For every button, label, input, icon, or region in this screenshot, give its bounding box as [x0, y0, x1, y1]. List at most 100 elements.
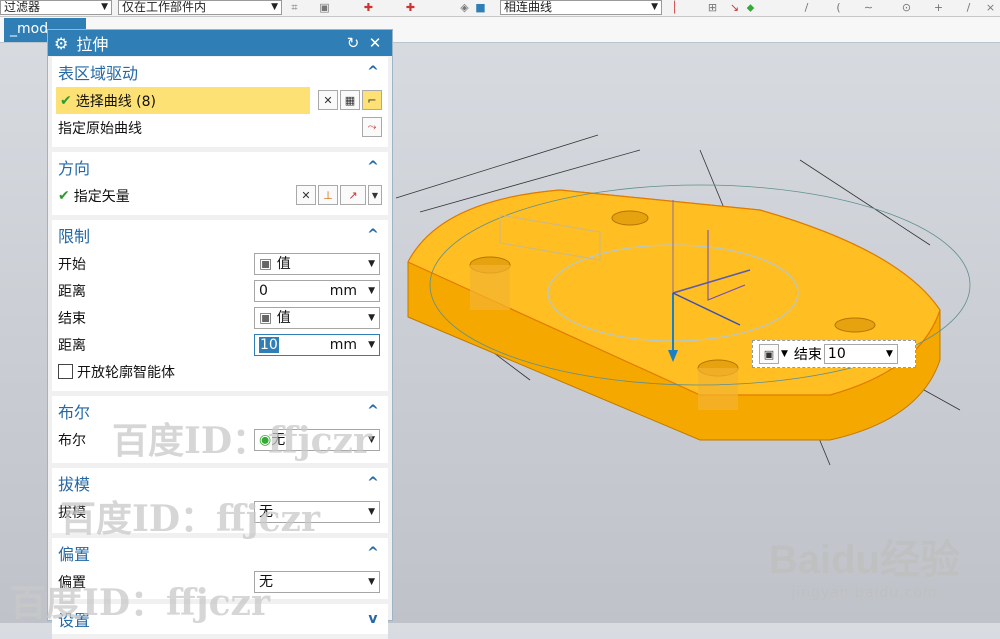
section-direction-header[interactable]: 方向 ^ [52, 152, 388, 182]
section-draft-header[interactable]: 拔模 ^ [52, 468, 388, 498]
dialog-title: 拉伸 [76, 35, 109, 54]
orig-curve-buttons: ⤳ [360, 117, 382, 137]
chevron-up-icon[interactable]: ^ [364, 403, 382, 419]
filter-dropdown[interactable]: 过滤器 ▼ [0, 0, 112, 15]
chevron-down-icon[interactable]: ▼ [368, 281, 375, 301]
onscreen-end-input[interactable]: ▣ ▼ 结束 10 ▼ [752, 340, 916, 368]
scope-dropdown[interactable]: 仅在工作部件内 ▼ [118, 0, 282, 15]
point-icon[interactable]: ✚ [362, 1, 375, 14]
dist1-unit: mm [329, 282, 357, 299]
section-offset-title: 偏置 [58, 545, 91, 564]
select-curve-label: 选择曲线 (8) [75, 93, 157, 110]
extruded-body[interactable] [407, 184, 971, 441]
boolean-label: 布尔 [58, 432, 86, 449]
close-icon[interactable]: ✕ [364, 34, 386, 52]
vector-type-icon[interactable]: ↗ [340, 185, 366, 205]
section-settings-header[interactable]: 设置 v [52, 604, 388, 634]
section-limits-header[interactable]: 限制 ^ [52, 220, 388, 250]
sketch-icon[interactable]: ▦ [340, 90, 360, 110]
section-offset-header[interactable]: 偏置 ^ [52, 538, 388, 568]
draft-row: 拔模 无 ▼ [52, 498, 388, 525]
end-dropdown[interactable]: ▣ 值 ▼ [254, 306, 380, 329]
section-draft-title: 拔模 [58, 475, 91, 494]
dist2-unit: mm [329, 336, 357, 353]
open-profile-checkbox[interactable] [58, 364, 73, 379]
vector-label: 指定矢量 [73, 188, 130, 205]
arc-icon[interactable]: ( [832, 1, 845, 14]
value-icon: ▣ [259, 309, 277, 326]
stop-icon[interactable]: ⊞ [706, 1, 719, 14]
select-curve-row[interactable]: ✔ 选择曲线 (8) ✕ ▦ ⌐ [52, 87, 388, 114]
orig-curve-label: 指定原始曲线 [58, 120, 142, 137]
value-icon: ▣ [259, 255, 277, 272]
model-tab-label: _mod [10, 21, 49, 37]
section-boolean-header[interactable]: 布尔 ^ [52, 396, 388, 426]
arrow-icon[interactable]: ↘ [728, 1, 741, 14]
cube-icon[interactable]: ▣ [759, 344, 779, 364]
reverse-icon[interactable]: ✕ [296, 185, 316, 205]
cube-icon[interactable]: ■ [474, 1, 487, 14]
offset-dropdown[interactable]: 无 ▼ [254, 570, 380, 593]
select-icon[interactable]: ▣ [318, 1, 331, 14]
chevron-up-icon[interactable]: ^ [364, 227, 382, 243]
dialog-titlebar: ⚙ 拉伸 ↻ ✕ [48, 30, 392, 56]
section-drive-title: 表区域驱动 [58, 64, 139, 83]
start-value: 值 [276, 255, 291, 272]
section-draft: 拔模 ^ 拔模 无 ▼ [52, 468, 388, 538]
chevron-up-icon[interactable]: ^ [364, 475, 382, 491]
section-settings: 设置 v [52, 604, 388, 639]
vector-row[interactable]: ✔ 指定矢量 ✕ ⊥ ↗ ▼ [52, 182, 388, 209]
curve-icon[interactable]: ∼ [862, 1, 875, 14]
curve-rule-dropdown[interactable]: 相连曲线 ▼ [500, 0, 662, 15]
chevron-down-icon: ▼ [368, 506, 375, 517]
select-curve-field[interactable]: ✔ 选择曲线 (8) [56, 87, 310, 114]
reset-icon[interactable]: ↻ [342, 34, 364, 52]
chevron-down-icon[interactable]: v [364, 611, 382, 627]
boolean-dropdown[interactable]: ◉无 ▼ [254, 428, 380, 451]
section-settings-title: 设置 [58, 611, 91, 630]
check-icon: ✔ [58, 187, 70, 204]
vector-dialog-icon[interactable]: ⊥ [318, 185, 338, 205]
section-direction-title: 方向 [58, 159, 91, 178]
onscreen-value: 10 [827, 346, 846, 362]
chevron-up-icon[interactable]: ^ [364, 159, 382, 175]
section-drive-header[interactable]: 表区域驱动 ^ [52, 57, 388, 87]
baidu-url: jingyan.baidu.com [791, 585, 938, 601]
view-icon[interactable]: ◈ [458, 1, 471, 14]
chevron-down-icon[interactable]: ▼ [368, 335, 375, 355]
dist1-value: 0 [259, 282, 268, 299]
end-row: 结束 ▣ 值 ▼ [52, 304, 388, 331]
line-icon[interactable]: / [800, 1, 813, 14]
draft-dropdown[interactable]: 无 ▼ [254, 500, 380, 523]
section-limits: 限制 ^ 开始 ▣ 值 ▼ 距离 0 mm ▼ 结束 ▣ 值 ▼ 距离 10 m… [52, 220, 388, 396]
more-icon[interactable]: × [984, 1, 997, 14]
dist1-input[interactable]: 0 mm ▼ [254, 279, 380, 302]
end-label: 结束 [58, 310, 86, 327]
curve-pick-icon[interactable]: ⌐ [362, 90, 382, 110]
onscreen-value-field[interactable]: 10 ▼ [823, 344, 898, 364]
pin-icon[interactable]: ⬥ [744, 1, 757, 14]
chevron-down-icon[interactable]: ▼ [368, 185, 382, 205]
open-profile-row[interactable]: 开放轮廓智能体 [52, 358, 388, 385]
curve-icon[interactable]: ⤳ [362, 117, 382, 137]
dist2-input[interactable]: 10 mm ▼ [254, 333, 380, 356]
cross-icon[interactable]: + [932, 1, 945, 14]
gear-icon[interactable]: ⚙ [54, 34, 68, 53]
section-limits-title: 限制 [58, 227, 91, 246]
start-dropdown[interactable]: ▣ 值 ▼ [254, 252, 380, 275]
snap-icon[interactable]: ⌗ [288, 1, 301, 14]
start-label: 开始 [58, 256, 86, 273]
chevron-up-icon[interactable]: ^ [364, 64, 382, 80]
intersect-icon[interactable]: ✚ [404, 1, 417, 14]
chevron-up-icon[interactable]: ^ [364, 545, 382, 561]
diag-icon[interactable]: / [962, 1, 975, 14]
boolean-row: 布尔 ◉无 ▼ [52, 426, 388, 453]
chevron-down-icon[interactable]: ▼ [781, 349, 788, 359]
boolean-icon: ◉ [259, 431, 272, 448]
chevron-down-icon: ▼ [886, 349, 893, 359]
check-icon: ✔ [60, 92, 72, 109]
toggle-icon[interactable]: │ [668, 1, 681, 14]
orig-curve-row[interactable]: 指定原始曲线 ⤳ [52, 114, 388, 141]
deselect-icon[interactable]: ✕ [318, 90, 338, 110]
circle-icon[interactable]: ⊙ [900, 1, 913, 14]
